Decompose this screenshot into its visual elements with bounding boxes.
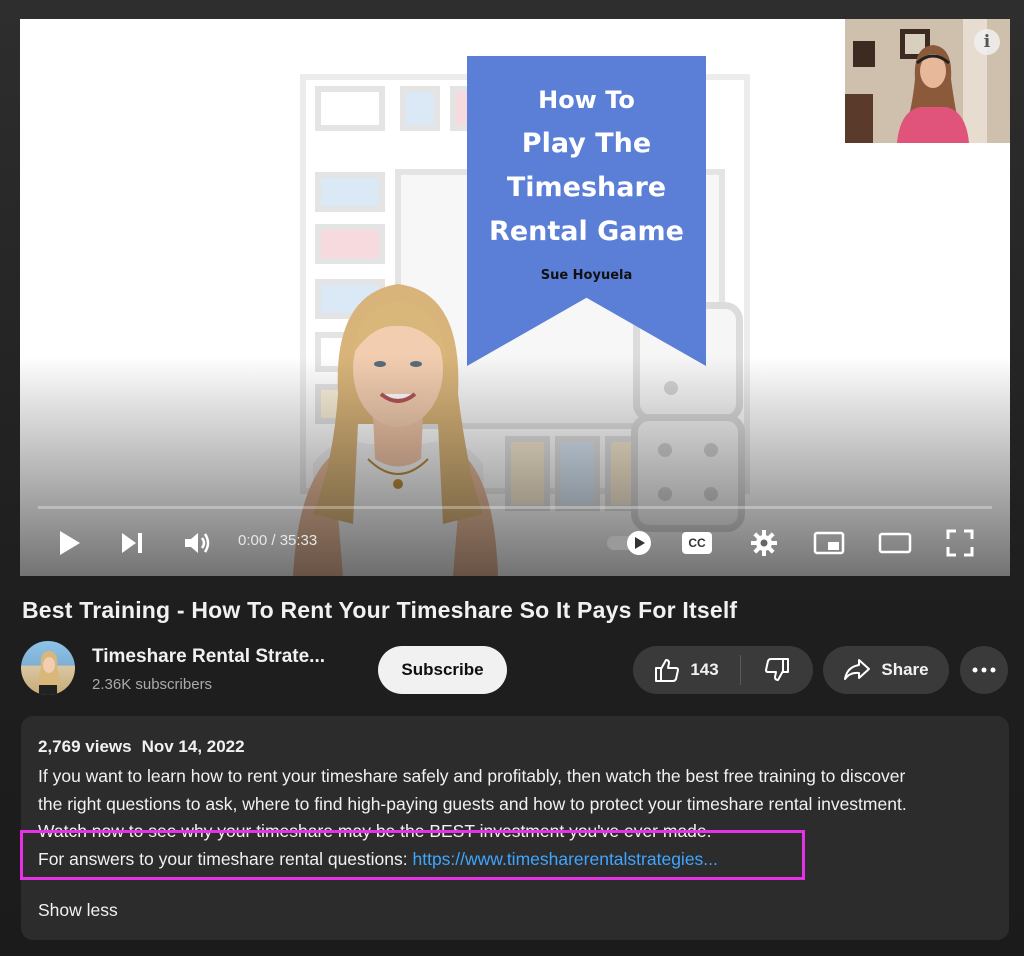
more-horizontal-icon	[972, 667, 996, 673]
view-date-line: 2,769 views Nov 14, 2022	[38, 737, 245, 757]
cc-icon: CC	[682, 532, 712, 554]
share-icon	[844, 659, 871, 680]
controls-gradient	[20, 356, 1010, 576]
share-label: Share	[881, 660, 929, 679]
highlight-annotation-box	[20, 830, 805, 880]
next-icon	[122, 533, 142, 553]
autoplay-toggle-icon	[607, 531, 651, 555]
volume-button[interactable]	[182, 525, 212, 561]
info-icon[interactable]: i	[974, 29, 1000, 55]
theater-mode-button[interactable]	[877, 525, 913, 561]
thumbnail-title-line: Timeshare	[506, 172, 667, 203]
description-box[interactable]: 2,769 views Nov 14, 2022 If you want to l…	[21, 716, 1009, 940]
time-display: 0:00 / 35:33	[238, 532, 318, 549]
thumbs-up-icon	[655, 659, 680, 682]
thumbnail-title-line: Rental Game	[489, 216, 684, 247]
thumbnail-title-line: How To	[538, 86, 635, 114]
theater-icon	[878, 532, 912, 554]
progress-bar[interactable]	[38, 506, 992, 509]
miniplayer-icon	[813, 531, 845, 555]
more-actions-button[interactable]	[960, 646, 1008, 694]
gear-icon	[751, 530, 777, 556]
show-less-button[interactable]: Show less	[38, 900, 118, 921]
play-button[interactable]	[53, 525, 87, 561]
description-line: If you want to learn how to rent your ti…	[38, 766, 906, 786]
like-button[interactable]: 143	[633, 646, 740, 694]
fullscreen-icon	[946, 529, 974, 557]
autoplay-toggle[interactable]	[604, 525, 654, 561]
subscriber-count: 2.36K subscribers	[92, 676, 213, 693]
subscribe-button[interactable]: Subscribe	[378, 646, 507, 694]
play-icon	[60, 531, 80, 555]
presenter-webcam-overlay: i	[845, 19, 1010, 143]
settings-button[interactable]	[747, 525, 781, 561]
like-count: 143	[690, 660, 719, 679]
view-count: 2,769 views	[38, 737, 132, 756]
miniplayer-button[interactable]	[812, 525, 846, 561]
channel-avatar[interactable]	[21, 641, 75, 695]
video-title: Best Training - How To Rent Your Timesha…	[22, 597, 738, 623]
fullscreen-button[interactable]	[943, 525, 977, 561]
volume-icon	[185, 533, 210, 553]
thumbs-down-icon	[765, 658, 789, 681]
dislike-button[interactable]	[741, 646, 813, 694]
video-player[interactable]: How To Play The Timeshare Rental Game Su…	[20, 19, 1010, 576]
channel-name[interactable]: Timeshare Rental Strate...	[92, 646, 325, 668]
description-line: the right questions to ask, where to fin…	[38, 793, 907, 814]
share-button[interactable]: Share	[823, 646, 949, 694]
thumbnail-title-line: Play The	[521, 128, 652, 159]
like-dislike-group: 143	[633, 646, 813, 694]
next-button[interactable]	[117, 525, 147, 561]
captions-button[interactable]: CC	[680, 525, 714, 561]
upload-date: Nov 14, 2022	[141, 737, 245, 756]
